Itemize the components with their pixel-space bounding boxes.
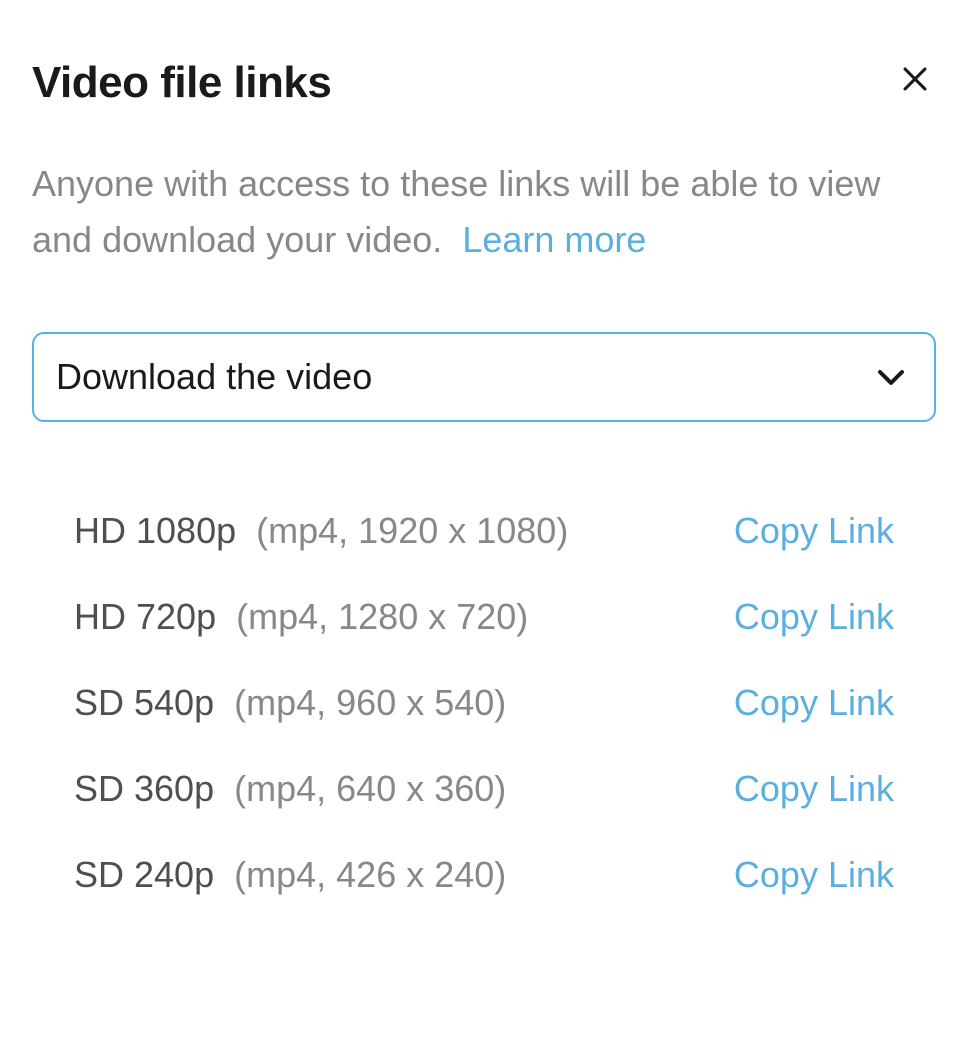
chevron-down-icon [876, 367, 906, 387]
resolution-name: HD 720p [74, 596, 216, 637]
resolution-name: SD 540p [74, 682, 214, 723]
resolution-detail: (mp4, 1280 x 720) [236, 596, 528, 637]
copy-link-button[interactable]: Copy Link [734, 854, 894, 896]
copy-link-button[interactable]: Copy Link [734, 768, 894, 810]
description-text: Anyone with access to these links will b… [32, 163, 880, 260]
modal-title: Video file links [32, 58, 331, 108]
modal-header: Video file links [32, 58, 936, 108]
resolution-row: SD 240p (mp4, 426 x 240) Copy Link [74, 854, 894, 896]
copy-link-button[interactable]: Copy Link [734, 682, 894, 724]
resolution-info: HD 720p (mp4, 1280 x 720) [74, 596, 528, 638]
resolution-info: SD 540p (mp4, 960 x 540) [74, 682, 506, 724]
resolution-row: HD 720p (mp4, 1280 x 720) Copy Link [74, 596, 894, 638]
resolution-info: SD 360p (mp4, 640 x 360) [74, 768, 506, 810]
resolution-detail: (mp4, 426 x 240) [234, 854, 506, 895]
resolution-detail: (mp4, 640 x 360) [234, 768, 506, 809]
resolution-info: SD 240p (mp4, 426 x 240) [74, 854, 506, 896]
download-dropdown[interactable]: Download the video [32, 332, 936, 422]
resolution-name: SD 240p [74, 854, 214, 895]
close-icon [898, 62, 932, 96]
modal-description: Anyone with access to these links will b… [32, 156, 936, 268]
close-button[interactable] [894, 58, 936, 100]
resolution-list: HD 1080p (mp4, 1920 x 1080) Copy Link HD… [32, 510, 936, 896]
copy-link-button[interactable]: Copy Link [734, 510, 894, 552]
dropdown-label: Download the video [56, 356, 372, 398]
resolution-detail: (mp4, 960 x 540) [234, 682, 506, 723]
resolution-row: SD 540p (mp4, 960 x 540) Copy Link [74, 682, 894, 724]
resolution-detail: (mp4, 1920 x 1080) [256, 510, 568, 551]
learn-more-link[interactable]: Learn more [462, 219, 646, 260]
copy-link-button[interactable]: Copy Link [734, 596, 894, 638]
resolution-row: SD 360p (mp4, 640 x 360) Copy Link [74, 768, 894, 810]
resolution-name: SD 360p [74, 768, 214, 809]
resolution-info: HD 1080p (mp4, 1920 x 1080) [74, 510, 568, 552]
resolution-name: HD 1080p [74, 510, 236, 551]
resolution-row: HD 1080p (mp4, 1920 x 1080) Copy Link [74, 510, 894, 552]
